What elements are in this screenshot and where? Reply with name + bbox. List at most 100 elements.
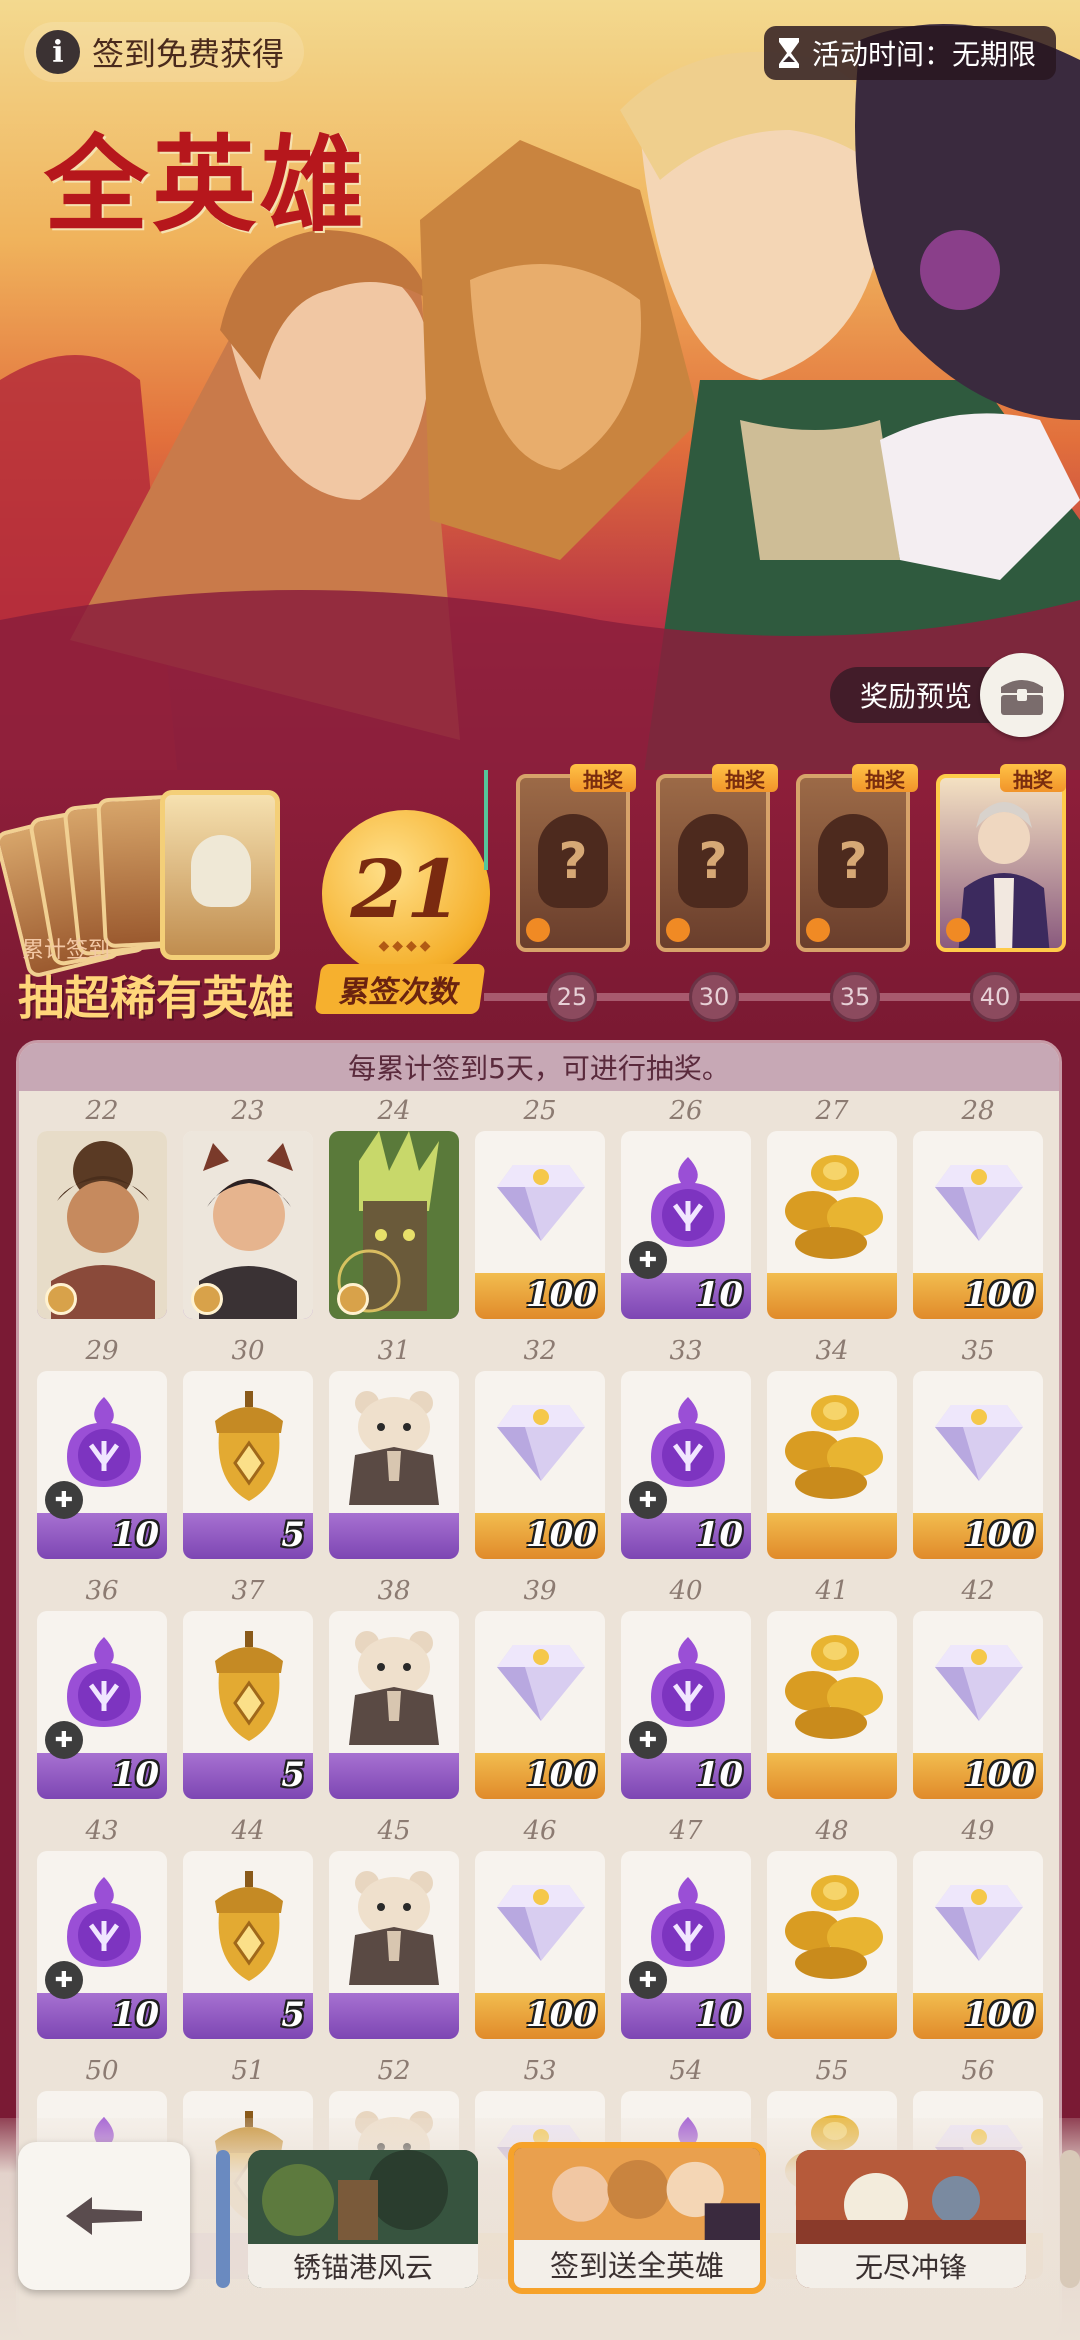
tab-checkin-all-heroes[interactable]: 签到送全英雄: [508, 2142, 766, 2294]
reward-tile: ✚ 10: [621, 1131, 751, 1319]
day-number: 50: [85, 2056, 119, 2086]
info-text: 签到免费获得: [92, 35, 285, 73]
checkin-day-cell[interactable]: 32 100: [475, 1331, 605, 1559]
checkin-day-cell[interactable]: 49 100: [913, 1811, 1043, 2039]
chest-icon[interactable]: [980, 653, 1064, 737]
milestone-35: 35: [830, 972, 880, 1022]
checkin-day-cell[interactable]: 36 ✚ 10: [37, 1571, 167, 1799]
reward-tile: ✚ 10: [37, 1851, 167, 2039]
day-number: 56: [961, 2056, 995, 2086]
nav-tab-partial[interactable]: [1060, 2150, 1080, 2288]
checkin-event-page: i 签到免费获得 活动时间：无期限 全英雄 奖励预览 累计签到 抽超稀有英雄 2…: [0, 0, 1080, 2340]
checkin-day-cell[interactable]: 27: [767, 1091, 897, 1319]
checkin-day-cell[interactable]: 42 100: [913, 1571, 1043, 1799]
tab-endless-charge[interactable]: 无尽冲锋: [796, 2150, 1026, 2288]
reward-quantity: 5: [281, 1755, 305, 1795]
reward-tile: [767, 1371, 897, 1559]
checkin-row: 43 ✚ 10 44 5 45 46 100 47 ✚ 10 48 49 100: [37, 1811, 1049, 2051]
lottery-caption-big: 抽超稀有英雄: [18, 971, 294, 1025]
checkin-day-cell[interactable]: 22: [37, 1091, 167, 1319]
day-number: 44: [231, 1816, 265, 1846]
checkin-grid: 22 23 24 25 100 26 ✚ 10 27 28 100 29 ✚ 10 30 5 31 32 100 33…: [37, 1091, 1049, 2291]
info-badge[interactable]: i 签到免费获得: [24, 22, 305, 82]
tile-base: [767, 1273, 897, 1319]
checkin-day-cell[interactable]: 29 ✚ 10: [37, 1331, 167, 1559]
reward-quantity: 100: [964, 1515, 1035, 1555]
day-number: 47: [669, 1816, 703, 1846]
reward-tile: 5: [183, 1371, 313, 1559]
info-icon: i: [36, 30, 80, 74]
page-title: 全英雄: [44, 123, 369, 246]
tab-label: 锈锚港风云: [248, 2244, 478, 2288]
day-number: 27: [815, 1096, 849, 1126]
checkin-day-cell[interactable]: 48: [767, 1811, 897, 2039]
puzzle-icon: ✚: [629, 1481, 667, 1519]
day-number: 38: [377, 1576, 411, 1606]
hourglass-icon: [778, 38, 799, 68]
hero-banner: i 签到免费获得 活动时间：无期限 全英雄 奖励预览: [0, 0, 1080, 800]
golden-acorn-icon: [215, 1871, 283, 1981]
hero-rank-badge-icon: [45, 1283, 77, 1315]
checkin-day-cell[interactable]: 47 ✚ 10: [621, 1811, 751, 2039]
crystal-gem-icon: [935, 1885, 1023, 1961]
checkin-day-cell[interactable]: 34: [767, 1331, 897, 1559]
reward-tile: ✚ 10: [621, 1851, 751, 2039]
day-number: 23: [231, 1096, 265, 1126]
checkin-day-cell[interactable]: 33 ✚ 10: [621, 1331, 751, 1559]
prize-card-35[interactable]: ?: [796, 774, 910, 952]
checkin-day-cell[interactable]: 24: [329, 1091, 459, 1319]
reward-quantity: 5: [281, 1515, 305, 1555]
purple-orb-icon: [651, 1637, 725, 1727]
checkin-day-cell[interactable]: 31: [329, 1331, 459, 1559]
flame-icon: [526, 918, 550, 942]
checkin-day-cell[interactable]: 41: [767, 1571, 897, 1799]
checkin-day-cell[interactable]: 37 5: [183, 1571, 313, 1799]
puzzle-icon: ✚: [45, 1961, 83, 1999]
prize-tag: 抽奖: [1000, 764, 1066, 792]
reward-preview-button[interactable]: 奖励预览: [829, 653, 1064, 737]
checkin-row: 29 ✚ 10 30 5 31 32 100 33 ✚ 10 34 35 100: [37, 1331, 1049, 1571]
day-number: 35: [961, 1336, 995, 1366]
reward-quantity: 100: [526, 1275, 597, 1315]
reward-quantity: 10: [111, 1995, 159, 2035]
day-number: 46: [523, 1816, 557, 1846]
checkin-day-cell[interactable]: 43 ✚ 10: [37, 1811, 167, 2039]
tile-base: [329, 1993, 459, 2039]
tab-rust-anchor-port[interactable]: 锈锚港风云: [248, 2150, 478, 2288]
back-arrow-icon: [66, 2197, 142, 2235]
prize-card-30[interactable]: ?: [656, 774, 770, 952]
checkin-day-cell[interactable]: 40 ✚ 10: [621, 1571, 751, 1799]
crystal-gem-icon: [497, 1165, 585, 1241]
checkin-day-cell[interactable]: 23: [183, 1091, 313, 1319]
prize-card-25[interactable]: ?: [516, 774, 630, 952]
purple-orb-icon: [67, 1397, 141, 1487]
day-number: 42: [961, 1576, 995, 1606]
day-number: 33: [669, 1336, 703, 1366]
day-number: 49: [961, 1816, 995, 1846]
day-number: 31: [377, 1336, 411, 1366]
reward-quantity: 10: [695, 1275, 743, 1315]
reward-tile: 5: [183, 1611, 313, 1799]
checkin-day-cell[interactable]: 46 100: [475, 1811, 605, 2039]
checkin-day-cell[interactable]: 45: [329, 1811, 459, 2039]
hamster-hero-icon: [349, 1631, 439, 1745]
day-number: 45: [377, 1816, 411, 1846]
prize-card-40[interactable]: [936, 774, 1066, 952]
checkin-day-cell[interactable]: 35 100: [913, 1331, 1043, 1559]
checkin-day-cell[interactable]: 25 100: [475, 1091, 605, 1319]
checkin-day-cell[interactable]: 39 100: [475, 1571, 605, 1799]
reward-tile: [37, 1131, 167, 1319]
checkin-day-cell[interactable]: 26 ✚ 10: [621, 1091, 751, 1319]
checkin-notice: 每累计签到5天，可进行抽奖。: [19, 1043, 1059, 1091]
checkin-count: 21: [350, 842, 462, 936]
checkin-day-cell[interactable]: 30 5: [183, 1331, 313, 1559]
nav-tab-partial[interactable]: [216, 2150, 230, 2288]
back-button[interactable]: [18, 2142, 190, 2290]
reward-tile: ✚ 10: [621, 1371, 751, 1559]
checkin-day-cell[interactable]: 38: [329, 1571, 459, 1799]
checkin-day-cell[interactable]: 28 100: [913, 1091, 1043, 1319]
checkin-day-cell[interactable]: 44 5: [183, 1811, 313, 2039]
reward-tile: [767, 1611, 897, 1799]
reward-tile: 100: [913, 1371, 1043, 1559]
day-number: 53: [523, 2056, 557, 2086]
